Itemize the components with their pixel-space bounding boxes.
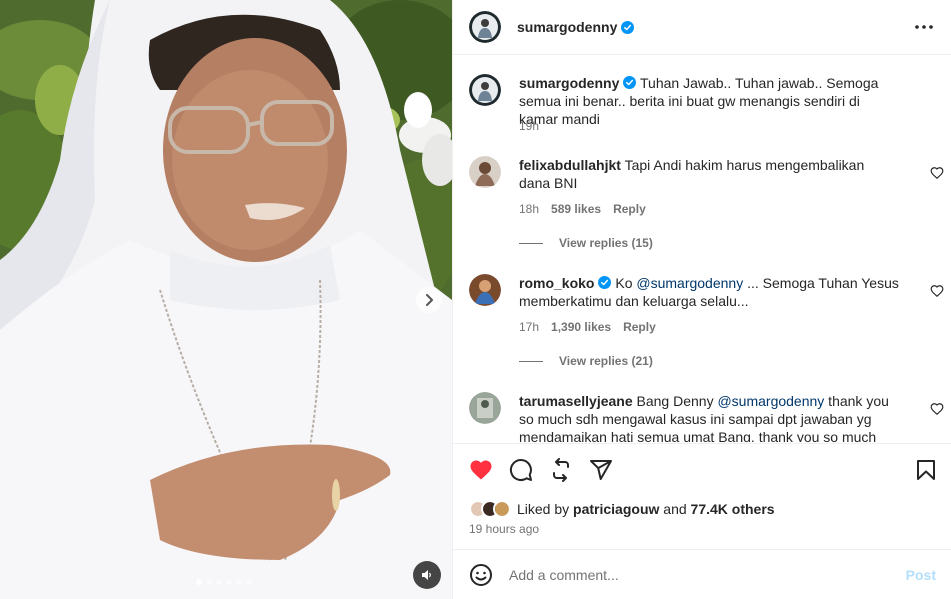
carousel-dot [196,579,202,585]
comment-body-start: Bang Denny [636,393,718,409]
author-avatar[interactable] [469,74,501,106]
replies-divider [519,242,543,244]
emoji-icon[interactable] [469,563,493,587]
comment-likes[interactable]: 1,390 likes [551,320,611,334]
comment-item: tarumasellyjeane Bang Denny @sumargodenn… [469,392,944,442]
comments-list[interactable]: sumargodenny Tuhan Jawab.. Tuhan jawab..… [453,56,951,442]
comment-time: 17h [519,320,540,334]
more-horizontal-icon [915,25,933,29]
action-icons [469,458,613,482]
heart-filled-icon[interactable] [469,458,493,482]
caption-username[interactable]: sumargodenny [519,75,619,91]
liked-by-and: and [663,501,687,517]
comment-text: romo_koko Ko @sumargodenny ... Semoga Tu… [519,274,899,310]
comment-meta: 18h 589 likes Reply [519,202,646,216]
liker-avatar [493,500,511,518]
liked-by-prefix: Liked by [517,501,570,517]
share-icon[interactable] [589,458,613,482]
mention-link[interactable]: @sumargodenny [636,275,743,291]
instagram-post: sumargodenny sumargodenny Tuhan Jawab.. … [0,0,951,599]
like-comment-heart-icon[interactable] [930,166,944,180]
commenter-username[interactable]: romo_koko [519,275,594,291]
comment-icon[interactable] [509,458,533,482]
comment-body-start: Ko [615,275,637,291]
post-actions: Liked by patriciagouw and 77.4K others 1… [453,443,951,549]
caption-meta: 19h [519,119,539,133]
commenter-username[interactable]: tarumasellyjeane [519,393,633,409]
liked-by: Liked by patriciagouw and 77.4K others [469,500,775,518]
speaker-icon [422,570,431,580]
repost-icon[interactable] [549,458,573,482]
comment-meta: 17h 1,390 likes Reply [519,320,656,334]
mute-button[interactable] [413,561,441,589]
add-comment-bar: Post [453,549,951,599]
caption-text: sumargodenny Tuhan Jawab.. Tuhan jawab..… [519,74,899,128]
post-timestamp[interactable]: 19 hours ago [469,522,539,536]
post-side-panel: sumargodenny sumargodenny Tuhan Jawab.. … [452,0,951,599]
chevron-right-icon [426,294,433,306]
carousel-dot [236,579,242,585]
post-comment-button[interactable]: Post [906,567,936,583]
commenter-avatar[interactable] [469,156,501,188]
carousel-dot [206,579,212,585]
carousel-dot [226,579,232,585]
verified-badge-icon [623,76,637,89]
post-media[interactable] [0,0,452,599]
liked-by-user[interactable]: patriciagouw [573,501,659,517]
liked-by-avatars[interactable] [469,500,511,518]
like-comment-heart-icon[interactable] [930,284,944,298]
carousel-dot [246,579,252,585]
view-replies-button[interactable]: View replies (21) [519,354,653,368]
author-username[interactable]: sumargodenny [517,19,617,35]
comment-text: felixabdullahjkt Tapi Andi hakim harus m… [519,156,899,192]
comment-item: felixabdullahjkt Tapi Andi hakim harus m… [469,156,944,256]
more-options-button[interactable] [912,17,936,37]
verified-badge-icon [598,276,612,289]
comment-time: 18h [519,202,540,216]
comment-text: tarumasellyjeane Bang Denny @sumargodenn… [519,392,899,442]
reply-button[interactable]: Reply [613,202,646,216]
caption-time: 19h [519,119,540,133]
verified-badge-icon [621,20,635,34]
like-comment-heart-icon[interactable] [930,402,944,416]
commenter-avatar[interactable] [469,392,501,424]
post-header: sumargodenny [453,0,951,55]
commenter-username[interactable]: felixabdullahjkt [519,157,621,173]
carousel-next-button[interactable] [416,287,442,313]
view-replies-label: View replies (15) [559,236,653,250]
comment-likes[interactable]: 589 likes [551,202,601,216]
commenter-avatar[interactable] [469,274,501,306]
comment-item: romo_koko Ko @sumargodenny ... Semoga Tu… [469,274,944,374]
post-photo [0,0,452,599]
reply-button[interactable]: Reply [623,320,656,334]
carousel-indicator [196,579,252,585]
liked-by-others[interactable]: 77.4K others [691,501,775,517]
mention-link[interactable]: @sumargodenny [717,393,824,409]
author-avatar[interactable] [469,11,501,43]
replies-divider [519,360,543,362]
view-replies-button[interactable]: View replies (15) [519,236,653,250]
view-replies-label: View replies (21) [559,354,653,368]
caption: sumargodenny Tuhan Jawab.. Tuhan jawab..… [469,74,936,134]
bookmark-icon[interactable] [914,458,938,482]
comment-input[interactable] [509,566,906,583]
carousel-dot [216,579,222,585]
